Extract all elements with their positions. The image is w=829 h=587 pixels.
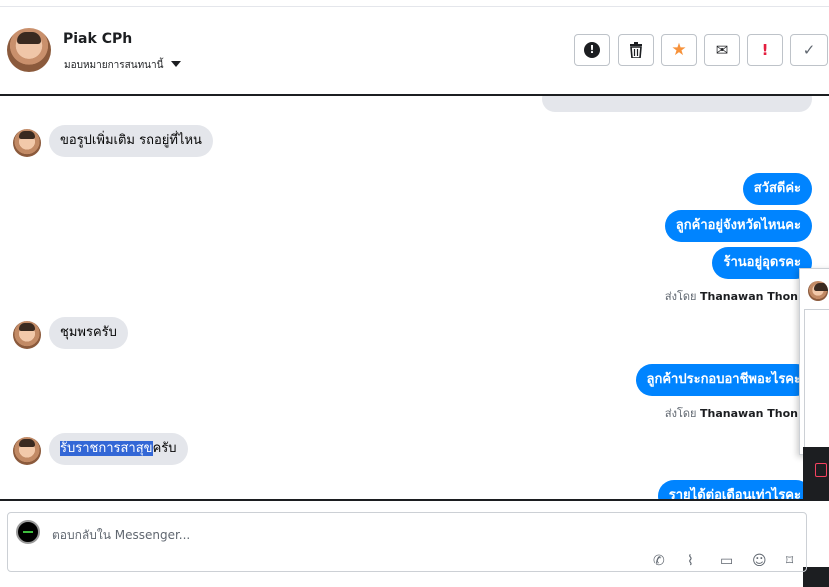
caret-down-icon[interactable] <box>171 61 181 67</box>
sent-by-label: ส่งโดย Thanawan Thon <box>665 404 798 422</box>
envelope-icon: ✉ <box>715 41 729 59</box>
report-button[interactable]: ! <box>574 34 610 66</box>
sender-avatar <box>13 129 41 157</box>
star-icon: ★ <box>671 40 687 60</box>
incoming-message: ชุมพรครับ <box>49 317 128 349</box>
trash-icon <box>630 42 642 58</box>
app-icon <box>815 463 827 477</box>
outgoing-message: รายได้ต่อเดือนเท่าไรคะ <box>657 480 812 499</box>
message-bubble-partial <box>542 96 812 112</box>
selected-text: รับราชการสาสุข <box>60 441 153 456</box>
sent-by-prefix: ส่งโดย <box>664 407 697 420</box>
sent-by-name: Thanawan Thon <box>700 290 798 303</box>
sent-by-prefix: ส่งโดย <box>664 290 697 303</box>
card-body <box>804 309 829 450</box>
outgoing-message: ลูกค้าประกอบอาชีพอะไรคะ <box>635 364 812 396</box>
sent-by-name: Thanawan Thon <box>700 407 798 420</box>
incoming-message: รับราชการสาสุขครับ <box>49 433 188 465</box>
assign-conversation-label[interactable]: มอบหมายการสนทนานี้ <box>64 58 163 73</box>
contact-avatar[interactable] <box>7 28 51 72</box>
check-icon: ✓ <box>802 41 816 59</box>
floating-chat-card[interactable] <box>799 268 829 455</box>
incoming-message: ขอรูปเพิ่มเติม รถอยู่ที่ไหน <box>49 125 213 157</box>
sent-by-label: ส่งโดย Thanawan Thon <box>665 287 798 305</box>
alert-circle-icon: ! <box>584 42 600 58</box>
email-button[interactable]: ✉ <box>704 34 740 66</box>
delete-button[interactable] <box>618 34 654 66</box>
card-avatar <box>808 281 828 301</box>
sender-avatar <box>13 437 41 465</box>
message-thread[interactable]: ขอรูปเพิ่มเติม รถอยู่ที่ไหน สวัสดีค่ะ ลู… <box>0 96 829 499</box>
important-button[interactable]: ! <box>747 34 783 66</box>
mark-done-button[interactable]: ✓ <box>790 34 828 66</box>
reply-input[interactable]: ตอบกลับใน Messenger... <box>52 526 190 545</box>
page-avatar <box>16 520 40 544</box>
contact-name[interactable]: Piak CPh <box>63 31 132 47</box>
outgoing-message: ลูกค้าอยู่จังหวัดไหนคะ <box>664 210 812 242</box>
message-text: ครับ <box>152 441 177 456</box>
sender-avatar <box>13 321 41 349</box>
outgoing-message: ร้านอยู่อุดรคะ <box>712 247 812 279</box>
composer: ตอบกลับใน Messenger... ✆ ⌇ ▭ ☺ ⌑ <box>0 501 829 572</box>
star-button[interactable]: ★ <box>661 34 697 66</box>
outgoing-message: สวัสดีค่ะ <box>742 173 812 205</box>
exclamation-icon: ! <box>761 41 769 59</box>
